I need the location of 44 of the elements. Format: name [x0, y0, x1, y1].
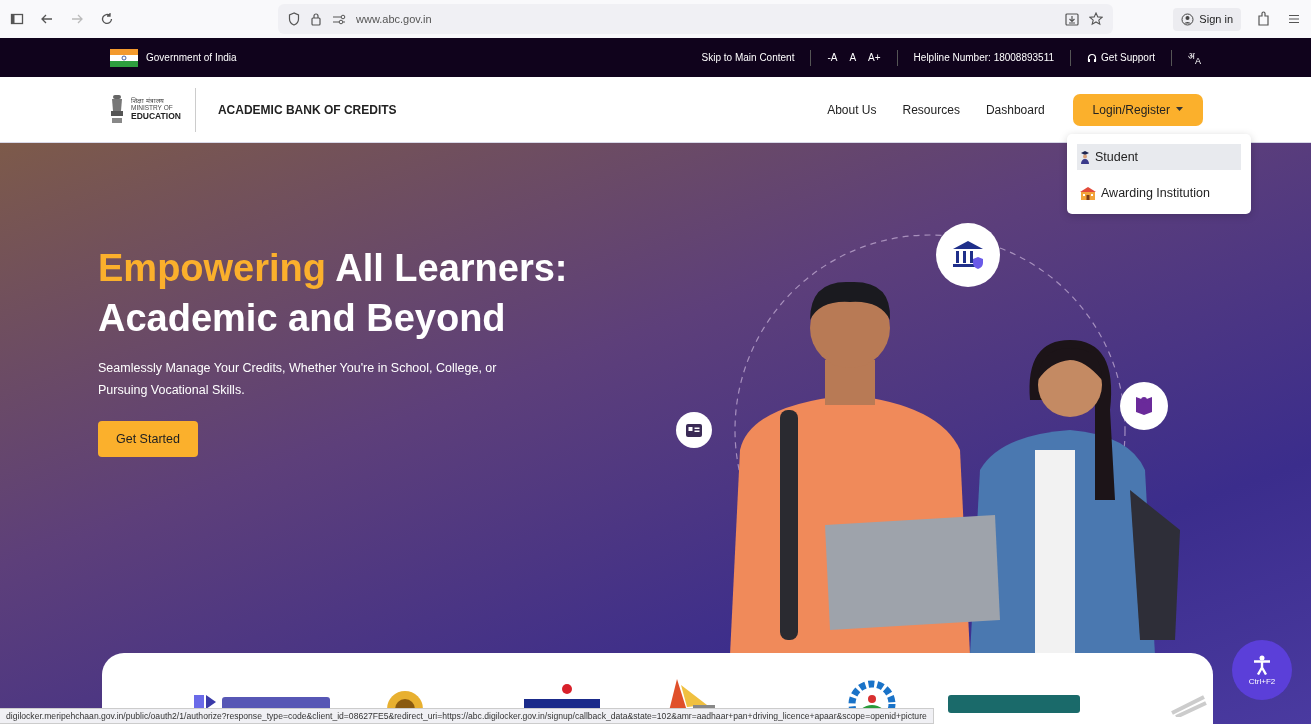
- address-bar[interactable]: www.abc.gov.in: [278, 4, 1114, 34]
- skip-link[interactable]: Skip to Main Content: [701, 52, 795, 63]
- support-link[interactable]: Get Support: [1087, 52, 1155, 63]
- india-flag-icon: [110, 48, 138, 67]
- dropdown-item[interactable]: Awarding Institution: [1077, 180, 1241, 206]
- lock-icon[interactable]: [310, 12, 322, 26]
- nav-link[interactable]: About Us: [827, 102, 877, 117]
- accessibility-button[interactable]: Ctrl+F2: [1232, 640, 1292, 700]
- back-icon[interactable]: [40, 12, 54, 26]
- permissions-icon[interactable]: [332, 12, 346, 26]
- dropdown-item[interactable]: Student: [1077, 144, 1241, 170]
- gear-logo-icon: [847, 679, 897, 711]
- hero-heading: Empowering All Learners: Academic and Beyond: [98, 246, 569, 341]
- font-size-link[interactable]: -A: [827, 52, 838, 63]
- shield-icon[interactable]: [288, 12, 300, 26]
- hero-subtitle: Seamlessly Manage Your Credits, Whether You're in School, College, or Pursuing Vocational Skills.: [98, 360, 498, 399]
- font-size-link[interactable]: A: [849, 52, 857, 63]
- nav-link[interactable]: Dashboard: [985, 102, 1045, 117]
- student-icon: [1079, 150, 1091, 164]
- sign-in-button[interactable]: Sign in: [1173, 7, 1241, 31]
- partner-logo: [1168, 693, 1208, 717]
- reload-icon[interactable]: [100, 12, 114, 26]
- accessibility-icon: [1253, 654, 1271, 675]
- font-size-link[interactable]: A+: [868, 52, 881, 63]
- link-status-bar: digilocker.meripehchaan.gov.in/public/oauth2/1/authorize?response_type=code&client_id=08627FE5&redirect_uri=https://abc.digilocker.gov.in/signup/callback_data&state=102&amr=aadhaar+pan+driving_licence+apaar&scope=openid+picture: [0, 708, 934, 724]
- government-label: Government of India: [146, 52, 237, 63]
- menu-icon[interactable]: [1287, 12, 1301, 26]
- sidebar-icon[interactable]: [10, 12, 24, 26]
- nav-link[interactable]: Resources: [902, 102, 960, 117]
- extensions-icon[interactable]: [1257, 11, 1271, 27]
- site-title: ACADEMIC BANK OF CREDITS: [217, 102, 398, 117]
- download-icon[interactable]: [1065, 12, 1080, 26]
- school-building-icon: [1079, 186, 1097, 200]
- star-icon[interactable]: [1089, 12, 1104, 26]
- get-started-button[interactable]: Get Started: [98, 421, 198, 457]
- url-text: www.abc.gov.in: [356, 13, 432, 25]
- id-card-icon: [676, 412, 712, 448]
- helpline-text: Helpline Number: 18008893511: [913, 52, 1055, 63]
- account-icon: [1181, 12, 1195, 26]
- book-icon: [1120, 382, 1168, 430]
- headset-icon: [1087, 52, 1098, 63]
- login-register-button[interactable]: Login/Register: [1072, 93, 1203, 126]
- language-toggle[interactable]: अA: [1188, 49, 1201, 66]
- caret-icon: [1176, 107, 1183, 112]
